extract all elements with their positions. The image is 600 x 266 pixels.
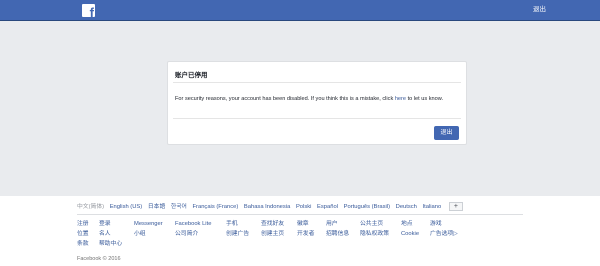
footer-link[interactable]: 公共主页 [360,220,383,228]
footer-link[interactable]: 手机 [226,220,238,228]
ad-choices-icon: ▷ [453,231,458,237]
ad-choices-link[interactable]: 广告选项▷ [430,230,458,238]
footer-link[interactable]: 招聘信息 [326,230,349,238]
language-link[interactable]: Polski [296,203,311,211]
footer-link[interactable]: 创建主页 [261,230,284,238]
footer-link[interactable]: 用户 [326,220,338,228]
footer-link[interactable]: 帮助中心 [99,240,122,248]
facebook-logo-icon[interactable]: f [82,4,95,17]
footer-links: 注册 登录 Messenger Facebook Lite 手机 查找好友 徽章… [77,220,527,250]
copyright: Facebook © 2016 [77,256,121,262]
language-current: 中文(简体) [77,204,105,211]
footer-link[interactable]: Cookie [401,230,419,238]
footer-link[interactable]: 名人 [99,230,111,238]
footer-link[interactable]: 隐私权政策 [360,230,389,238]
language-selector: 中文(简体) English (US) 日本語 한국어 Français (Fr… [77,202,527,214]
footer-link[interactable]: 查找好友 [261,220,284,228]
footer-link[interactable]: 小组 [134,230,146,238]
divider [173,118,461,119]
footer-link[interactable]: 条款 [77,240,89,248]
language-link[interactable]: Bahasa Indonesia [244,203,290,211]
disabled-message: For security reasons, your account has b… [175,96,444,102]
logout-link[interactable]: 退出 [533,5,546,15]
divider [173,82,461,83]
language-link[interactable]: Português (Brasil) [344,203,390,211]
footer-link[interactable]: 注册 [77,220,89,228]
footer-link[interactable]: 公司简介 [175,230,198,238]
footer-link[interactable]: 开发者 [297,230,314,238]
language-link[interactable]: 日本語 [148,203,165,211]
footer-link[interactable]: 地点 [401,220,413,228]
footer-link[interactable]: 登录 [99,220,111,228]
account-disabled-card: 账户已停用 For security reasons, your account… [167,61,467,145]
language-link[interactable]: Español [317,203,338,211]
language-link[interactable]: 한국어 [171,203,187,211]
footer-link[interactable]: 游戏 [430,220,442,228]
more-languages-button[interactable]: + [448,202,463,211]
page-footer: 中文(简体) English (US) 日本語 한국어 Français (Fr… [0,196,600,266]
footer-divider [77,214,523,215]
card-title: 账户已停用 [175,72,208,79]
top-navigation-bar: f 退出 [0,0,600,21]
footer-link[interactable]: 徽章 [297,220,309,228]
logout-button[interactable]: 退出 [434,126,459,140]
footer-link[interactable]: 创建广告 [226,230,249,238]
footer-link[interactable]: 位置 [77,230,89,238]
language-link[interactable]: English (US) [110,203,143,211]
footer-link[interactable]: Facebook Lite [175,220,211,228]
language-link[interactable]: Français (France) [193,203,239,211]
language-link[interactable]: Deutsch [396,203,417,211]
footer-link[interactable]: Messenger [134,220,163,228]
language-link[interactable]: Italiano [423,203,442,211]
report-mistake-link[interactable]: here [395,96,406,102]
